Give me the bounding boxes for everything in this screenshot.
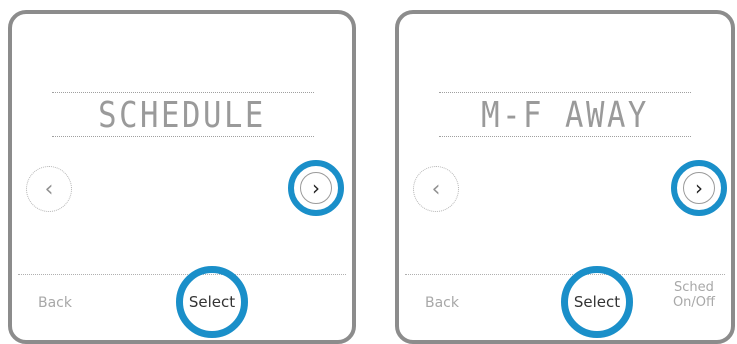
next-button[interactable]: › (288, 160, 344, 216)
chevron-left-icon: ‹ (44, 176, 54, 202)
select-button[interactable]: Select (561, 266, 633, 338)
title-bottom-divider (439, 136, 691, 137)
select-button[interactable]: Select (176, 266, 248, 338)
bottom-divider (405, 274, 725, 275)
title-top-divider (439, 92, 691, 93)
screen-title: M-F AWAY (481, 95, 649, 136)
thermostat-screen-schedule: SCHEDULE ‹ › Back Select (8, 10, 356, 344)
chevron-right-icon: › (695, 176, 703, 200)
back-button[interactable]: Back (38, 295, 72, 311)
previous-button[interactable]: ‹ (413, 166, 459, 212)
chevron-right-icon: › (312, 176, 320, 200)
next-button[interactable]: › (671, 160, 727, 216)
chevron-left-icon: ‹ (431, 176, 441, 202)
sched-label-line2: On/Off (672, 295, 715, 310)
thermostat-screen-mf-away: M-F AWAY ‹ › Back Select Sched On/Off (395, 10, 735, 344)
bottom-divider (18, 274, 346, 275)
select-label: Select (188, 293, 236, 311)
screen-title: SCHEDULE (98, 95, 266, 136)
back-button[interactable]: Back (425, 295, 459, 311)
sched-label-line1: Sched (674, 280, 714, 295)
sched-on-off-button[interactable]: Sched On/Off (673, 280, 715, 310)
select-label: Select (573, 293, 621, 311)
title-top-divider (52, 92, 314, 93)
previous-button[interactable]: ‹ (26, 166, 72, 212)
title-bottom-divider (52, 136, 314, 137)
